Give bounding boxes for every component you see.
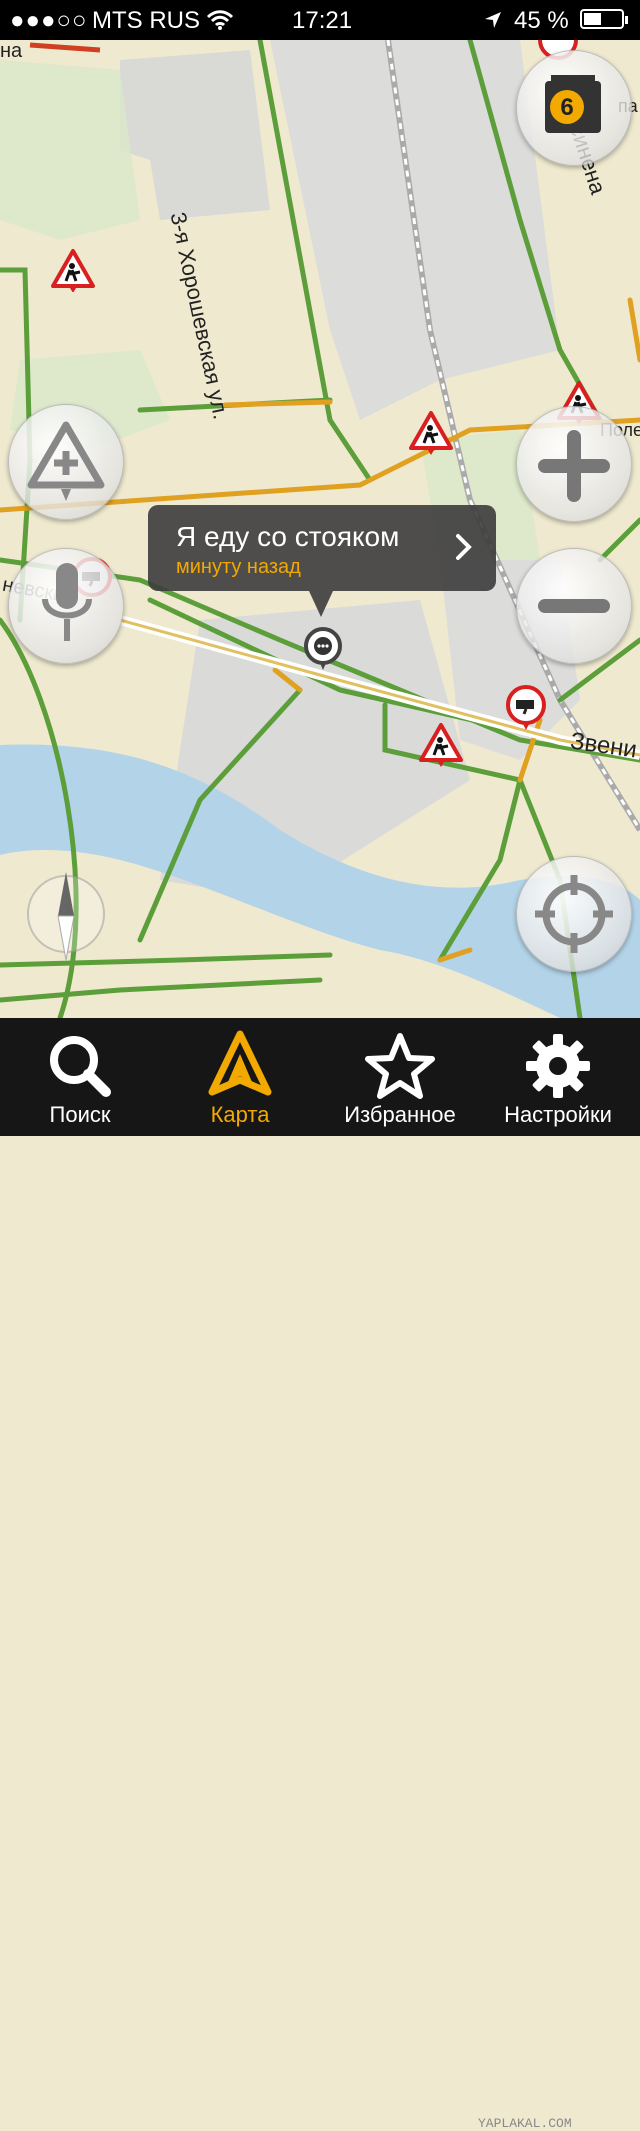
battery-icon [580, 9, 628, 29]
street-label-top-left: на [0, 40, 23, 62]
tab-search[interactable]: Поиск [16, 1018, 144, 1136]
location-arrow-icon [485, 12, 501, 28]
tab-bar: Поиск Карта Избранное Настройки YAPLAKAL… [0, 1018, 640, 2131]
tab-settings[interactable]: Настройки [494, 1018, 622, 1136]
tab-map[interactable]: Карта [176, 1018, 304, 1136]
camera-sign-icon[interactable] [504, 684, 548, 734]
wifi-icon [206, 10, 234, 30]
minus-icon [538, 599, 610, 613]
carrier-name: MTS RUS [92, 7, 200, 34]
compass-icon[interactable] [26, 868, 106, 964]
traffic-light-icon: 6 [545, 75, 601, 133]
tab-favorites[interactable]: Избранное [336, 1018, 464, 1136]
zoom-in-button[interactable] [516, 406, 632, 522]
crosshair-icon [535, 875, 613, 953]
plus-icon [538, 430, 610, 502]
microphone-icon [42, 563, 92, 641]
tab-map-label: Карта [210, 1102, 270, 1127]
battery-percent: 45 % [514, 7, 569, 34]
gear-icon [526, 1034, 590, 1098]
tab-settings-label: Настройки [504, 1102, 612, 1127]
chat-marker-icon[interactable] [302, 626, 344, 672]
star-icon [365, 1033, 435, 1099]
add-event-icon [27, 421, 105, 501]
my-location-button[interactable] [516, 856, 632, 972]
callout-tail [309, 591, 333, 617]
traffic-button[interactable]: 6 [516, 50, 632, 166]
clock: 17:21 [292, 7, 353, 34]
chevron-right-icon [456, 534, 472, 560]
watermark: YAPLAKAL.COM [478, 2116, 572, 2131]
tab-search-label: Поиск [49, 1102, 111, 1127]
svg-text:6: 6 [560, 94, 573, 121]
map-arrow-icon [208, 1030, 272, 1096]
add-event-button[interactable] [8, 404, 124, 520]
callout-title: Я еду со стояком [176, 521, 400, 552]
roadwork-sign-icon[interactable] [418, 722, 464, 768]
zoom-out-button[interactable] [516, 548, 632, 664]
callout-subtitle: минуту назад [176, 556, 301, 578]
tab-favorites-label: Избранное [344, 1102, 456, 1127]
event-callout[interactable]: Я еду со стояком минуту назад [148, 505, 496, 617]
signal-strength: ●●●○○ [10, 7, 88, 34]
search-icon [50, 1036, 111, 1097]
roadwork-sign-icon[interactable] [50, 248, 96, 292]
voice-button[interactable] [8, 548, 124, 664]
roadwork-sign-icon[interactable] [408, 410, 454, 456]
status-bar: ●●●○○ MTS RUS 17:21 45 % [0, 0, 640, 40]
